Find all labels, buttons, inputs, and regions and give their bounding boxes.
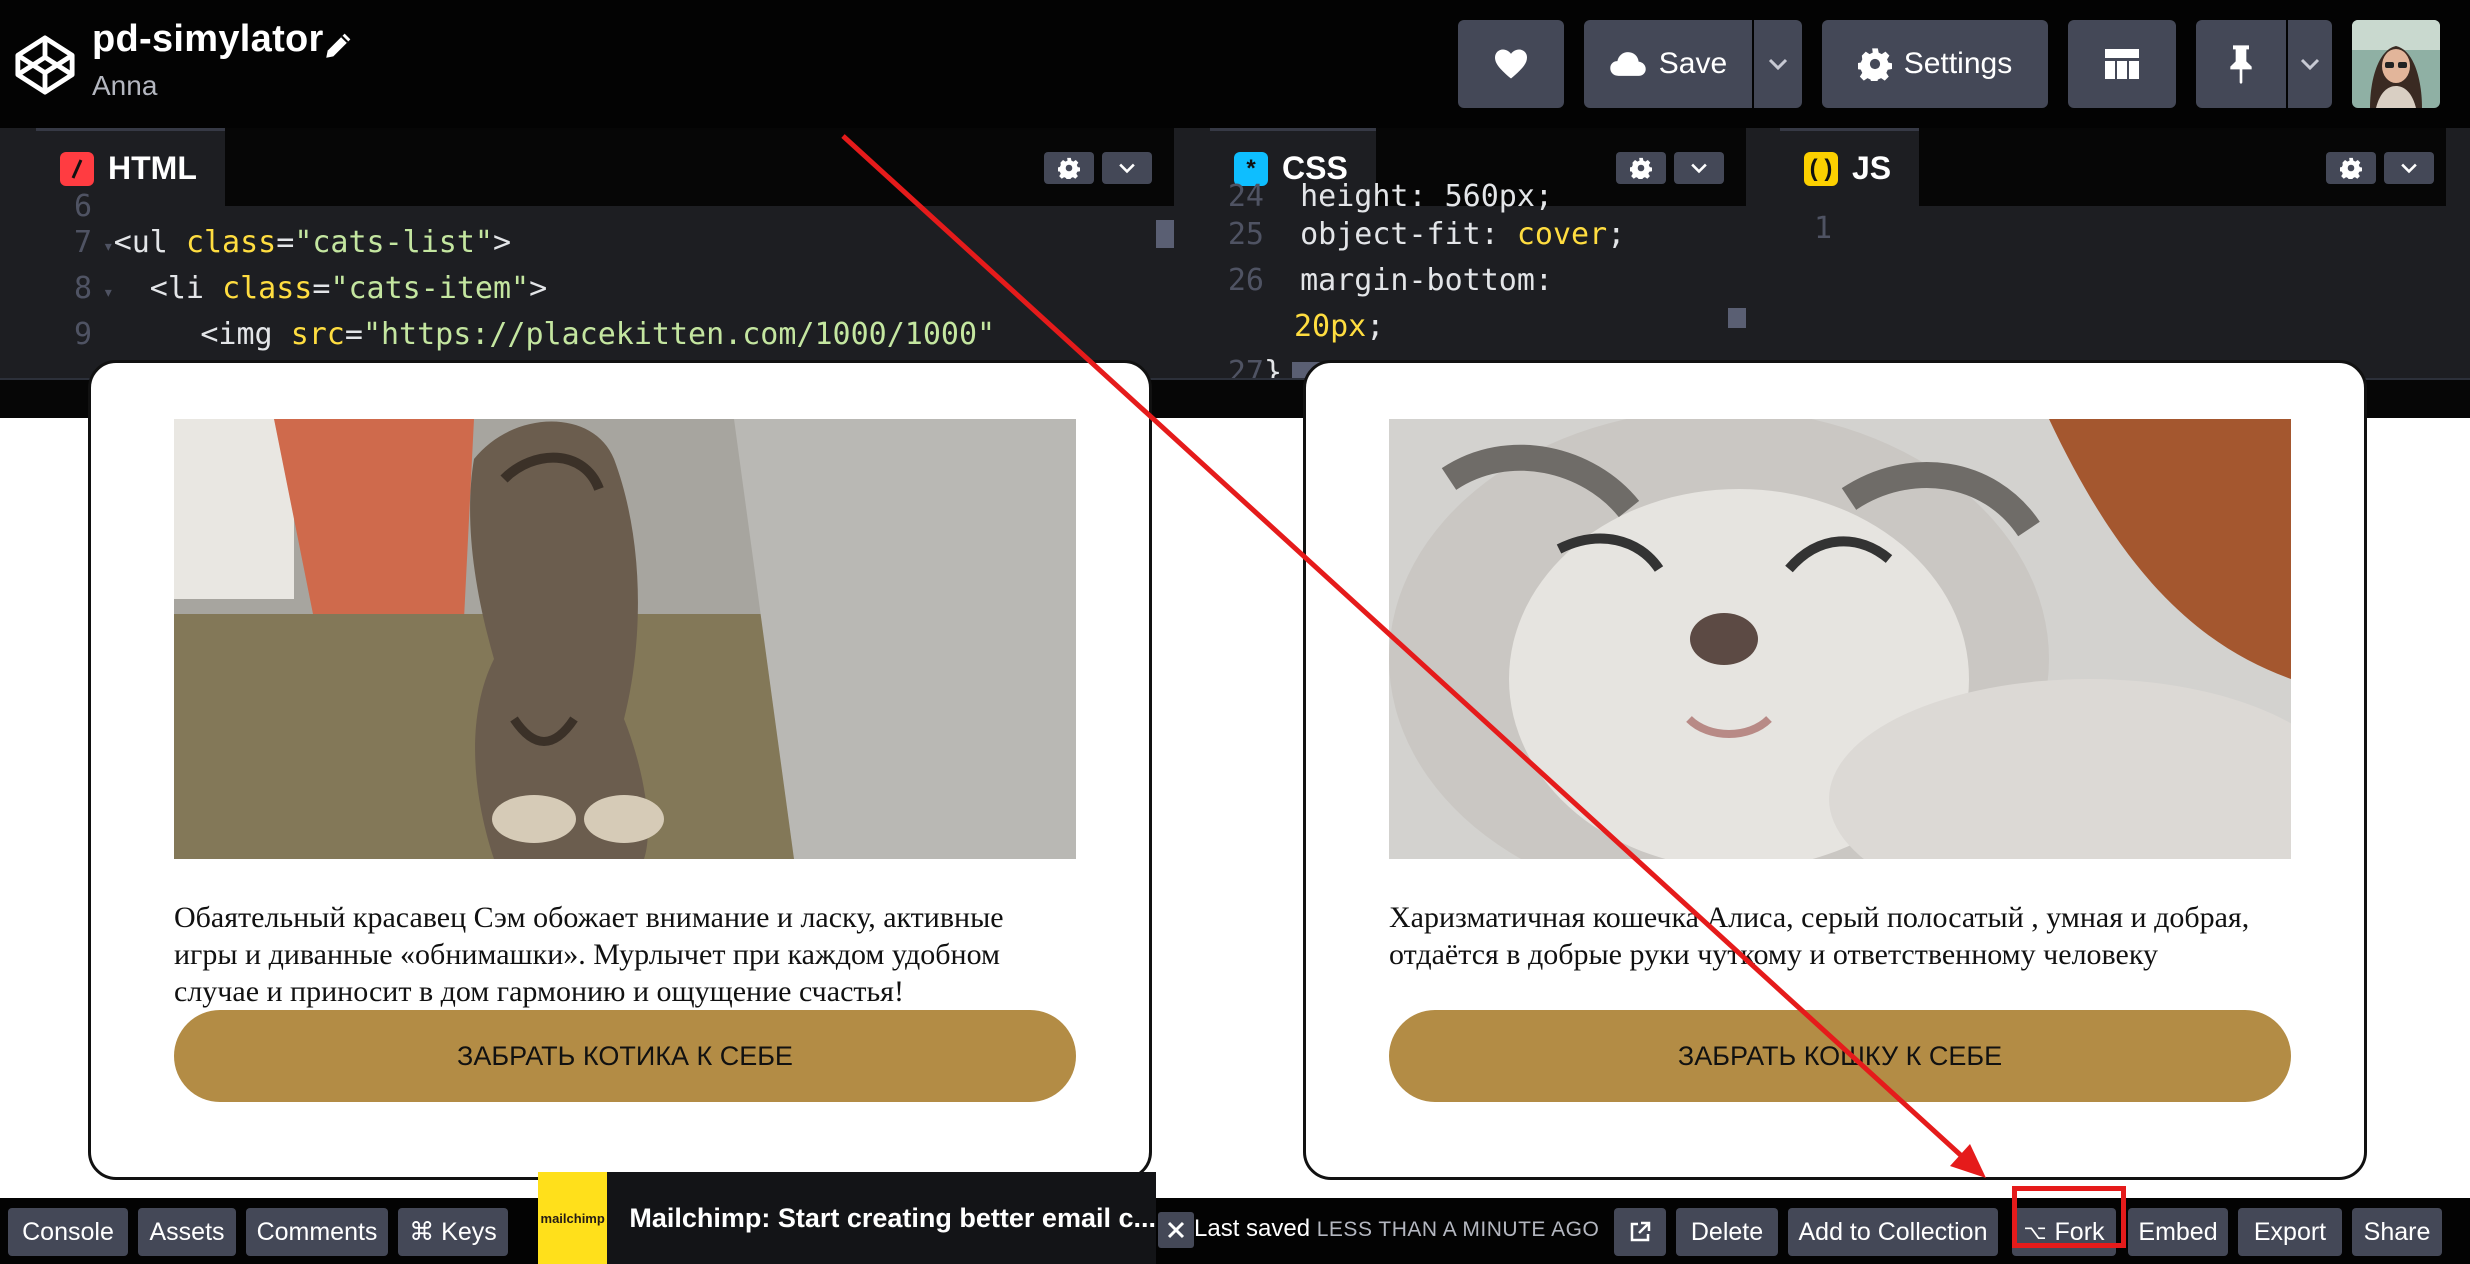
code-line: 20px; xyxy=(1294,309,1385,344)
open-in-new-window-button[interactable] xyxy=(1614,1208,1666,1256)
chevron-down-icon xyxy=(2300,58,2320,71)
pin-button[interactable] xyxy=(2196,20,2286,108)
cat-card: Харизматичная кошечка Алиса, серый полос… xyxy=(1303,360,2367,1180)
js-editor-panel: ( ) JS 1 xyxy=(1780,128,2446,380)
top-header: pd-simylator Anna Save Settings xyxy=(0,0,2470,128)
code-line: 25 object-fit: cover; xyxy=(1227,217,1626,252)
ad-close-button[interactable] xyxy=(1158,1212,1194,1248)
cat-photo xyxy=(174,419,1076,859)
comments-button[interactable]: Comments xyxy=(246,1208,388,1256)
adopt-cat-button[interactable]: ЗАБРАТЬ КОТИКА К СЕБЕ xyxy=(174,1010,1076,1102)
html-scrollbar[interactable] xyxy=(1156,220,1174,248)
pen-owner[interactable]: Anna xyxy=(92,70,157,102)
css-editor-panel: * CSS 24 height: 560px; 25 object-fit: c… xyxy=(1210,128,1746,380)
layout-grid-icon xyxy=(2105,49,2139,79)
external-link-icon xyxy=(1630,1221,1651,1242)
add-to-collection-button[interactable]: Add to Collection xyxy=(1788,1208,1998,1256)
tab-js[interactable]: ( ) JS xyxy=(1780,128,1920,206)
fork-highlight-box xyxy=(2012,1186,2126,1248)
code-line: 26 margin-bottom: xyxy=(1227,263,1553,298)
js-icon: ( ) xyxy=(1804,151,1838,186)
html-code[interactable]: 6 7 ▾<ul class="cats-list"> 8 ▾ <li clas… xyxy=(36,189,1174,380)
js-panel-header: ( ) JS xyxy=(1780,128,2446,206)
cloud-icon xyxy=(1610,52,1646,76)
heart-icon xyxy=(1495,49,1527,79)
embed-button[interactable]: Embed xyxy=(2128,1208,2228,1256)
ad-text: Mailchimp: Start creating better email c… xyxy=(629,1202,1156,1233)
pin-icon xyxy=(2230,45,2252,84)
gear-icon xyxy=(1058,157,1080,179)
js-collapse-button[interactable] xyxy=(2384,152,2434,184)
pin-options-button[interactable] xyxy=(2288,20,2332,108)
save-label: Save xyxy=(1658,47,1728,80)
edit-pencil-icon[interactable] xyxy=(322,28,356,62)
codepen-logo-icon[interactable] xyxy=(14,34,76,96)
heart-button[interactable] xyxy=(1458,20,1564,108)
mailchimp-logo: mailchimp xyxy=(538,1172,608,1264)
chevron-down-icon xyxy=(2401,163,2417,174)
html-settings-button[interactable] xyxy=(1044,152,1094,184)
cat-description: Харизматичная кошечка Алиса, серый полос… xyxy=(1389,901,2250,971)
code-line: 1 xyxy=(1813,211,1832,246)
change-view-button[interactable] xyxy=(2068,20,2176,108)
css-scrollbar[interactable] xyxy=(1728,308,1746,328)
gear-icon xyxy=(2340,157,2362,179)
cat-card: Обаятельный красавец Сэм обожает внимани… xyxy=(88,360,1152,1180)
delete-button[interactable]: Delete xyxy=(1676,1208,1778,1256)
chevron-down-icon xyxy=(1119,163,1135,174)
js-settings-button[interactable] xyxy=(2326,152,2376,184)
console-button[interactable]: Console xyxy=(8,1208,128,1256)
pen-title[interactable]: pd-simylator xyxy=(92,18,324,61)
tab-html-label: HTML xyxy=(108,150,197,186)
user-avatar[interactable] xyxy=(2352,20,2440,108)
gear-icon xyxy=(1630,157,1652,179)
save-options-button[interactable] xyxy=(1754,20,1802,108)
settings-button[interactable]: Settings xyxy=(1822,20,2048,108)
close-icon xyxy=(1167,1221,1185,1239)
css-code[interactable]: 24 height: 560px; 25 object-fit: cover; … xyxy=(1210,179,1746,380)
code-line: 7 ▾<ul class="cats-list"> xyxy=(73,225,512,260)
cat-description: Обаятельный красавец Сэм обожает внимани… xyxy=(174,901,1004,1008)
cat-photo xyxy=(1389,419,2291,859)
avatar-photo xyxy=(2352,20,2440,108)
chevron-down-icon xyxy=(1768,58,1788,71)
save-button[interactable]: Save xyxy=(1584,20,1752,108)
html-panel-header: HTML xyxy=(36,128,1174,206)
share-button[interactable]: Share xyxy=(2352,1208,2442,1256)
last-saved-time: LESS THAN A MINUTE AGO xyxy=(1316,1218,1600,1241)
css-settings-button[interactable] xyxy=(1616,152,1666,184)
last-saved-prefix: Last saved xyxy=(1194,1215,1311,1242)
code-line: 27} xyxy=(1227,355,1283,380)
settings-label: Settings xyxy=(1903,47,2013,80)
chevron-down-icon xyxy=(1691,163,1707,174)
code-line: 8 ▾ <li class="cats-item"> xyxy=(73,271,548,306)
last-saved-status: Last saved LESS THAN A MINUTE AGO xyxy=(1194,1215,1599,1243)
adopt-cat-button[interactable]: ЗАБРАТЬ КОШКУ К СЕБЕ xyxy=(1389,1010,2291,1102)
tab-js-label: JS xyxy=(1852,150,1892,186)
css-collapse-button[interactable] xyxy=(1674,152,1724,184)
html-collapse-button[interactable] xyxy=(1102,152,1152,184)
gear-icon xyxy=(1857,48,1892,81)
code-line: 9 <img src="https://placekitten.com/1000… xyxy=(73,317,996,352)
export-button[interactable]: Export xyxy=(2238,1208,2342,1256)
html-editor-panel: HTML 6 7 ▾<ul class="cats-list"> 8 ▾ <li… xyxy=(36,128,1174,380)
html-icon xyxy=(60,151,94,186)
assets-button[interactable]: Assets xyxy=(138,1208,236,1256)
keys-button[interactable]: ⌘ Keys xyxy=(398,1208,508,1256)
js-code[interactable]: 1 xyxy=(1780,206,2446,380)
mailchimp-ad[interactable]: mailchimp Mailchimp: Start creating bett… xyxy=(538,1172,1156,1264)
